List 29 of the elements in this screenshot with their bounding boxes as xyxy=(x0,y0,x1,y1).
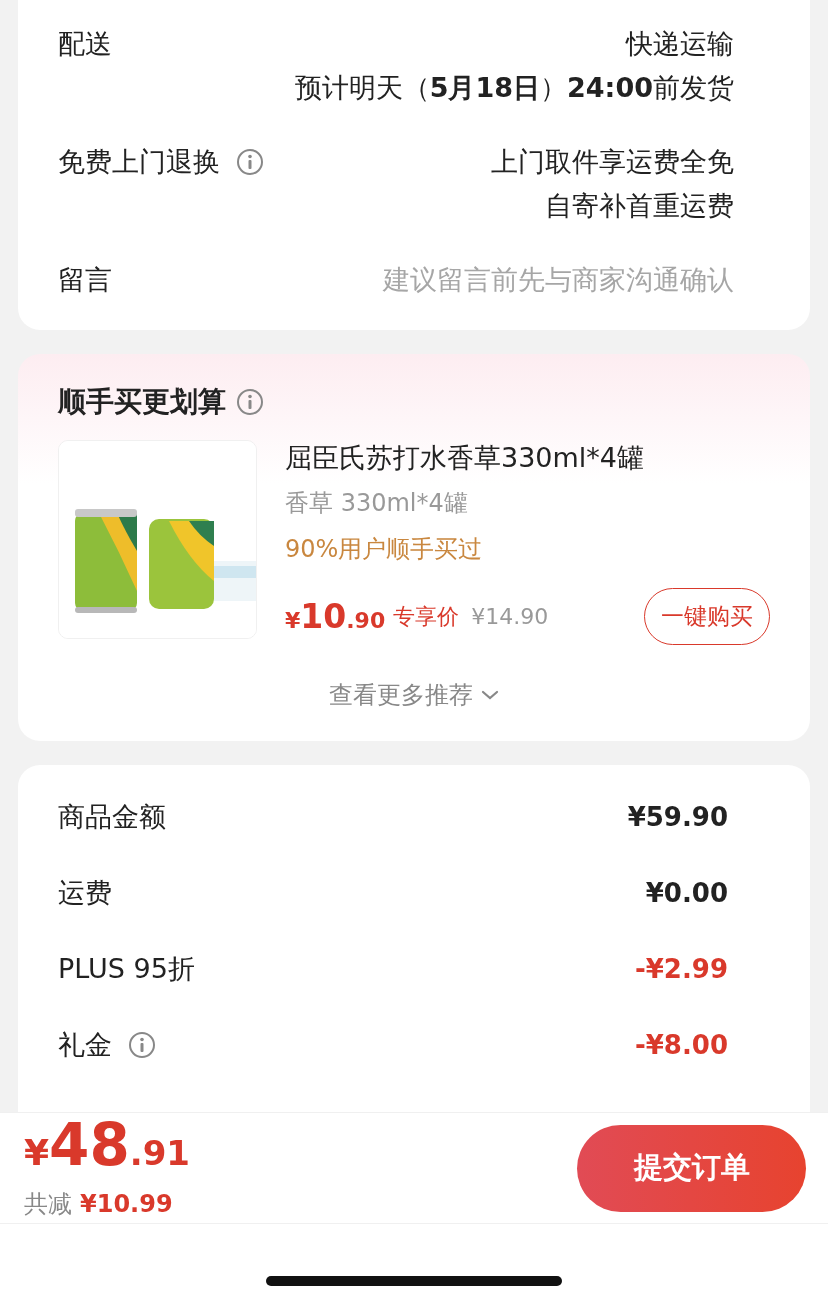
discount-amount: ¥10.99 xyxy=(80,1189,173,1218)
fee-amount: -¥2.99 xyxy=(634,954,728,984)
fee-label: PLUS 95折 xyxy=(58,952,195,986)
product-variant: 香草 330ml*4罐 xyxy=(285,488,469,519)
delivery-info: 上门取件享运费全免 xyxy=(491,145,734,179)
original-price: ¥14.90 xyxy=(471,604,549,629)
fee-label: 商品金额 xyxy=(58,800,166,834)
price-tag: 专享价 xyxy=(393,601,460,632)
row-label: 留言 xyxy=(58,263,112,297)
fee-amount: -¥8.00 xyxy=(634,1030,728,1060)
row-label: 免费上门退换 xyxy=(58,145,220,179)
more-link[interactable]: 查看更多推荐 xyxy=(329,679,499,711)
delivery-info: 自寄补首重运费 xyxy=(545,189,734,223)
submit-order-button[interactable]: 提交订单 xyxy=(577,1124,806,1212)
fee-amount: ¥59.90 xyxy=(627,802,728,832)
purchase-stat: 90%用户顺手买过 xyxy=(285,534,484,565)
message-field[interactable]: 建议留言前先与商家沟通确认 xyxy=(314,260,734,300)
fee-amount: ¥0.00 xyxy=(645,878,728,908)
total-price: ¥48.91 xyxy=(24,1116,190,1181)
discount-label: 共减 xyxy=(24,1188,72,1220)
delivery-info: 快递运输 xyxy=(626,27,734,61)
info-icon[interactable] xyxy=(236,148,264,176)
product-price: ¥10.90 xyxy=(285,597,386,636)
product-name[interactable]: 屈臣氏苏打水香草330ml*4罐 xyxy=(285,438,770,478)
row-label: 配送 xyxy=(58,27,112,61)
fee-label: 礼金 xyxy=(58,1028,112,1062)
section-title: 顺手买更划算 xyxy=(58,384,226,420)
delivery-info: 预计明天（5月18日）24:00前发货 xyxy=(294,71,734,105)
fee-label: 运费 xyxy=(58,876,112,910)
